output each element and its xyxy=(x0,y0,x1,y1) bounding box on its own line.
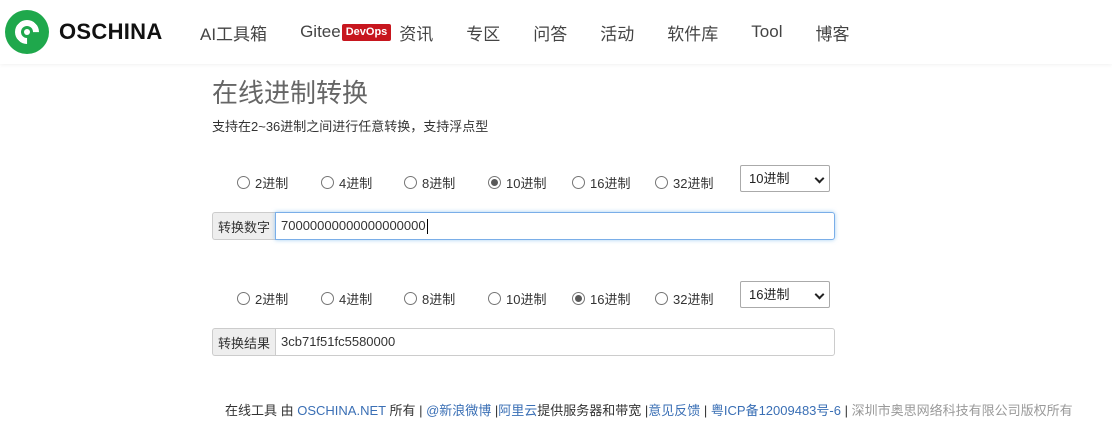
page-subtitle: 支持在2~36进制之间进行任意转换，支持浮点型 xyxy=(212,119,489,134)
main-nav: AI工具箱 Gitee DevOps 资讯 专区 问答 活动 软件库 Tool … xyxy=(200,0,882,64)
footer-link-feedback[interactable]: 意见反馈 xyxy=(648,403,700,418)
radio-circle-icon[interactable] xyxy=(321,175,334,189)
output-base-radio-label: 4进制 xyxy=(339,291,373,307)
output-result-value: 3cb71f51fc5580000 xyxy=(281,334,396,349)
input-base-radio-1[interactable]: 4进制 xyxy=(321,173,404,192)
input-number-field[interactable]: 70000000000000000000 xyxy=(275,212,835,240)
output-base-radio-2[interactable]: 8进制 xyxy=(404,289,488,308)
nav-item-gitee-label: Gitee xyxy=(300,22,341,41)
footer-company: 深圳市奥思网络科技有限公司版权所有 xyxy=(851,403,1073,418)
input-base-select-value: 10进制 xyxy=(749,171,790,186)
input-base-radio-label: 8进制 xyxy=(422,175,456,191)
oschina-logo-icon xyxy=(5,10,49,54)
footer-link-aliyun[interactable]: 阿里云 xyxy=(498,403,537,418)
input-base-radio-2[interactable]: 8进制 xyxy=(404,173,488,192)
output-base-select-value: 16进制 xyxy=(749,287,790,302)
chevron-down-icon xyxy=(814,289,825,300)
nav-item-software[interactable]: 软件库 xyxy=(667,20,718,45)
brand-name: OSCHINA xyxy=(59,19,163,44)
nav-item-ai-tools[interactable]: AI工具箱 xyxy=(200,20,267,45)
nav-item-blog[interactable]: 博客 xyxy=(815,20,849,45)
radio-circle-icon[interactable] xyxy=(572,291,585,305)
radio-circle-icon[interactable] xyxy=(237,175,250,189)
nav-item-tool[interactable]: Tool xyxy=(751,22,782,42)
nav-item-qa[interactable]: 问答 xyxy=(533,20,567,45)
input-number-label: 转换数字 xyxy=(212,212,275,240)
input-base-radio-label: 10进制 xyxy=(506,175,547,191)
output-base-radio-label: 10进制 xyxy=(506,291,547,307)
output-base-radio-label: 32进制 xyxy=(673,291,714,307)
radio-circle-icon[interactable] xyxy=(404,175,417,189)
radio-circle-icon[interactable] xyxy=(321,291,334,305)
output-base-radio-3[interactable]: 10进制 xyxy=(488,289,572,308)
output-base-radios: 2进制 4进制 8进制 10进制 16进制 32进制 xyxy=(237,283,715,313)
radio-circle-icon[interactable] xyxy=(488,175,501,189)
radio-circle-icon[interactable] xyxy=(655,175,668,189)
output-base-select[interactable]: 16进制 xyxy=(740,281,830,308)
input-base-radio-3[interactable]: 10进制 xyxy=(488,173,572,192)
footer-text-2: 所有 | xyxy=(385,403,427,418)
input-base-radio-label: 2进制 xyxy=(255,175,289,191)
input-number-group: 转换数字 70000000000000000000 xyxy=(212,212,835,240)
output-base-radio-4[interactable]: 16进制 xyxy=(572,289,655,308)
nav-item-gitee[interactable]: Gitee DevOps xyxy=(300,22,399,42)
brand-logo[interactable]: OSCHINA xyxy=(5,10,163,54)
input-number-value: 70000000000000000000 xyxy=(281,218,426,233)
footer-text-1: 在线工具 由 xyxy=(225,403,298,418)
top-navbar: OSCHINA AI工具箱 Gitee DevOps 资讯 专区 问答 活动 软… xyxy=(0,0,1112,64)
footer-text-5: | xyxy=(700,403,711,418)
footer-text-4: 提供服务器和带宽 | xyxy=(537,403,649,418)
radio-circle-icon[interactable] xyxy=(237,291,250,305)
output-base-radio-0[interactable]: 2进制 xyxy=(237,289,321,308)
footer-link-icp[interactable]: 粤ICP备12009483号-6 xyxy=(711,403,841,418)
input-base-radio-label: 32进制 xyxy=(673,175,714,191)
converter-panel: 在线进制转换 支持在2~36进制之间进行任意转换，支持浮点型 xyxy=(212,76,836,135)
input-base-radio-0[interactable]: 2进制 xyxy=(237,173,321,192)
footer-text-6: | xyxy=(840,403,852,418)
input-base-radio-label: 16进制 xyxy=(590,175,631,191)
nav-item-news[interactable]: 资讯 xyxy=(399,20,433,45)
input-base-select[interactable]: 10进制 xyxy=(740,165,830,192)
page-title: 在线进制转换 xyxy=(212,78,369,108)
radio-circle-icon[interactable] xyxy=(488,291,501,305)
radio-circle-icon[interactable] xyxy=(572,175,585,189)
output-result-group: 转换结果 3cb71f51fc5580000 xyxy=(212,328,835,356)
chevron-down-icon xyxy=(814,173,825,184)
input-base-radio-4[interactable]: 16进制 xyxy=(572,173,655,192)
footer-link-oschina[interactable]: OSCHINA.NET xyxy=(297,403,386,418)
footer-link-weibo[interactable]: @新浪微博 xyxy=(426,403,491,418)
radio-circle-icon[interactable] xyxy=(655,291,668,305)
output-base-radio-label: 16进制 xyxy=(590,291,631,307)
radio-circle-icon[interactable] xyxy=(404,291,417,305)
input-base-radios: 2进制 4进制 8进制 10进制 16进制 32进制 xyxy=(237,167,715,197)
output-base-radio-label: 2进制 xyxy=(255,291,289,307)
output-result-label: 转换结果 xyxy=(212,328,275,356)
output-base-radio-label: 8进制 xyxy=(422,291,456,307)
nav-item-zones[interactable]: 专区 xyxy=(466,20,500,45)
input-base-radio-label: 4进制 xyxy=(339,175,373,191)
nav-item-events[interactable]: 活动 xyxy=(600,20,634,45)
output-base-radio-1[interactable]: 4进制 xyxy=(321,289,404,308)
text-cursor xyxy=(426,219,428,235)
footer: 在线工具 由 OSCHINA.NET 所有 | @新浪微博 | 阿里云提供服务器和… xyxy=(225,400,1073,419)
output-base-radio-5[interactable]: 32进制 xyxy=(655,289,715,308)
devops-badge: DevOps xyxy=(341,23,392,41)
output-result-field[interactable]: 3cb71f51fc5580000 xyxy=(275,328,835,356)
input-base-radio-5[interactable]: 32进制 xyxy=(655,173,715,192)
